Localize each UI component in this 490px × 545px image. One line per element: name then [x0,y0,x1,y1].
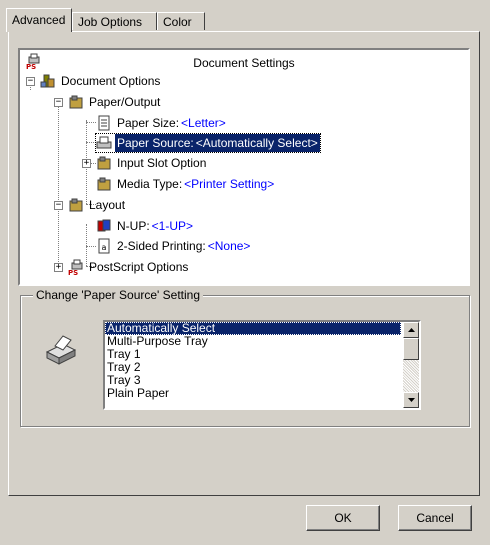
folder-options-icon [97,177,111,191]
folder-options-icon [69,198,83,212]
paper-source-listbox[interactable]: Automatically Select Multi-Purpose Tray … [103,320,421,410]
duplex-icon: a [98,238,110,254]
listbox-scrollbar[interactable] [403,322,419,408]
tab-advanced[interactable]: Advanced [6,8,72,32]
tree-node-postscript-options[interactable]: PS PostScript Options [68,258,190,276]
tree-node-two-sided[interactable]: a 2-Sided Printing: <None> [96,237,252,255]
settings-tree[interactable]: PS Document Settings − Document Options … [18,48,470,286]
n-up-icon [97,219,111,232]
list-item[interactable]: Tray 2 [105,361,401,374]
tree-node-document-options[interactable]: Document Options [40,72,162,90]
arrow-up-icon [407,328,415,332]
scroll-thumb[interactable] [403,338,419,360]
arrow-down-icon [407,398,415,402]
folder-options-icon [97,156,111,170]
list-item[interactable]: Plain Paper [105,387,401,400]
group-legend: Change 'Paper Source' Setting [33,288,204,302]
expand-postscript-options[interactable]: + [54,263,63,272]
expand-input-slot[interactable]: + [82,159,91,168]
tab-color[interactable]: Color [157,12,205,30]
tree-title: Document Settings [193,56,295,70]
printer-icon [96,136,112,149]
ok-button[interactable]: OK [306,505,380,531]
document-options-icon [40,74,55,88]
scroll-down-button[interactable] [403,392,419,408]
collapse-paper-output[interactable]: − [54,98,63,107]
tree-node-media-type[interactable]: Media Type: <Printer Setting> [96,175,276,193]
tab-job-options[interactable]: Job Options [72,12,157,30]
collapse-document-options[interactable]: − [26,77,35,86]
folder-options-icon [69,95,83,109]
tree-node-n-up[interactable]: N-UP: <1-UP> [96,217,195,235]
scroll-up-button[interactable] [403,322,419,338]
tree-node-paper-source[interactable]: Paper Source: <Automatically Select> [95,133,321,153]
postscript-icon: PS [68,259,83,275]
tree-node-paper-output[interactable]: Paper/Output [68,93,162,111]
change-setting-group: Change 'Paper Source' Setting Automatica… [20,288,470,427]
svg-text:PS: PS [68,269,78,275]
tree-node-input-slot[interactable]: Input Slot Option [96,154,208,172]
list-item[interactable]: Tray 1 [105,348,401,361]
list-item[interactable]: Multi-Purpose Tray [105,335,401,348]
tree-node-paper-size[interactable]: Paper Size: <Letter> [96,114,228,132]
printer-icon [45,335,77,365]
document-icon [98,115,110,131]
svg-text:a: a [102,243,107,252]
tree-node-layout[interactable]: Layout [68,196,127,214]
cancel-button[interactable]: Cancel [398,505,472,531]
collapse-layout[interactable]: − [54,201,63,210]
